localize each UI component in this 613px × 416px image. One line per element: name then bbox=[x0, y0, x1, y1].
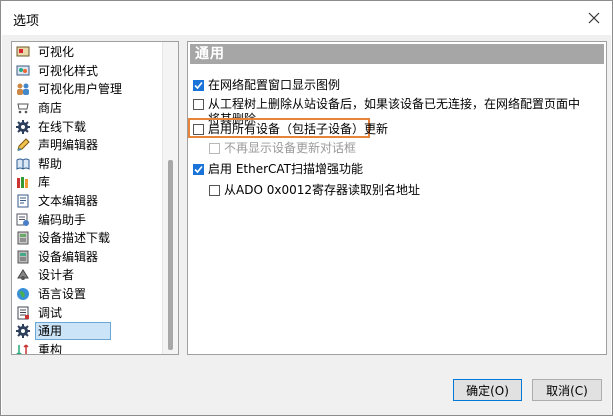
section-header: 通用 bbox=[190, 44, 604, 64]
option-enable-all-device-update[interactable]: 启用所有设备（包括子设备）更新 bbox=[193, 122, 388, 137]
sidebar-item[interactable]: 编码助手 bbox=[12, 210, 162, 229]
title-bar: 选项 bbox=[1, 1, 612, 35]
option-show-legend[interactable]: 在网络配置窗口显示图例 bbox=[193, 78, 340, 93]
sidebar-item[interactable]: 通用 bbox=[12, 322, 162, 341]
settings-panel: 通用 在网络配置窗口显示图例 从工程树上删除从站设备后，如果该设备已无连接，在网… bbox=[187, 41, 607, 355]
option-label: 在网络配置窗口显示图例 bbox=[208, 78, 341, 92]
visualization-style-icon bbox=[15, 63, 31, 79]
sidebar-item-label: 编码助手 bbox=[38, 212, 87, 227]
sidebar-item[interactable]: 在线下载 bbox=[12, 117, 162, 136]
sidebar-item-label: 语言设置 bbox=[38, 287, 87, 302]
sidebar-item-label: 库 bbox=[38, 175, 51, 190]
visualization-icon bbox=[15, 44, 31, 60]
sidebar-item[interactable]: 商店 bbox=[12, 99, 162, 118]
declaration-editor-icon bbox=[15, 137, 31, 153]
option-hide-update-dialog[interactable]: 不再显示设备更新对话框 bbox=[209, 141, 356, 156]
sidebar-item-label: 调试 bbox=[38, 305, 63, 320]
close-icon bbox=[588, 12, 600, 24]
options-dialog: 选项 可视化可视化样式可视化用户管理 商店在线下载声明编辑器帮助库文本编辑器编码助… bbox=[0, 0, 613, 416]
sidebar-item[interactable]: 语言设置 bbox=[12, 285, 162, 304]
checkbox[interactable] bbox=[193, 80, 204, 91]
sidebar-item[interactable]: 设计者 bbox=[12, 266, 162, 285]
option-read-alias-address[interactable]: 从ADO 0x0012寄存器读取别名地址 bbox=[209, 183, 420, 198]
sidebar-item-label: 可视化用户管理 bbox=[38, 82, 123, 97]
checkbox[interactable] bbox=[193, 164, 204, 175]
window-title: 选项 bbox=[13, 14, 40, 29]
sidebar-item-label: 设备编辑器 bbox=[38, 249, 99, 264]
option-ethercat-scan[interactable]: 启用 EtherCAT扫描增强功能 bbox=[193, 162, 363, 177]
device-description-icon bbox=[15, 230, 31, 246]
sidebar-item[interactable]: 可视化样式 bbox=[12, 62, 162, 81]
sidebar-item[interactable]: 声明编辑器 bbox=[12, 136, 162, 155]
option-label: 启用 EtherCAT扫描增强功能 bbox=[208, 162, 364, 176]
sidebar-item-label: 设备描述下载 bbox=[38, 231, 111, 246]
globe-icon bbox=[15, 286, 31, 302]
cancel-button[interactable]: 取消(C) bbox=[532, 379, 602, 401]
sidebar-item-label: 可视化样式 bbox=[38, 63, 99, 78]
checkbox[interactable] bbox=[193, 99, 204, 110]
device-editor-icon bbox=[15, 249, 31, 265]
sidebar-item-label: 商店 bbox=[38, 101, 63, 116]
category-tree[interactable]: 可视化可视化样式可视化用户管理 商店在线下载声明编辑器帮助库文本编辑器编码助手设备… bbox=[11, 41, 179, 355]
sidebar-item-label: 可视化 bbox=[38, 45, 75, 60]
sidebar-item-label: 声明编辑器 bbox=[38, 138, 99, 153]
sidebar-item-label: 设计者 bbox=[38, 268, 75, 283]
ok-button[interactable]: 确定(O) bbox=[453, 379, 522, 401]
sidebar-item[interactable]: 调试 bbox=[12, 303, 162, 322]
library-icon bbox=[15, 174, 31, 190]
users-icon bbox=[15, 81, 31, 97]
sidebar-item[interactable]: 设备编辑器 bbox=[12, 248, 162, 267]
category-list: 可视化可视化样式可视化用户管理 商店在线下载声明编辑器帮助库文本编辑器编码助手设备… bbox=[12, 43, 162, 355]
option-label: 不再显示设备更新对话框 bbox=[224, 141, 357, 155]
sidebar-item[interactable]: 设备描述下载 bbox=[12, 229, 162, 248]
designer-icon bbox=[15, 267, 31, 283]
store-icon bbox=[15, 100, 31, 116]
sidebar-item[interactable]: 重构 bbox=[12, 341, 162, 355]
gear-icon bbox=[15, 119, 31, 135]
sidebar-item[interactable]: 文本编辑器 bbox=[12, 192, 162, 211]
sidebar-item-label: 文本编辑器 bbox=[38, 194, 99, 209]
sidebar-item[interactable]: 帮助 bbox=[12, 155, 162, 174]
sidebar-item[interactable]: 库 bbox=[12, 173, 162, 192]
gear-icon bbox=[15, 323, 31, 339]
sidebar-item[interactable]: 可视化 bbox=[12, 43, 162, 62]
option-label: 启用所有设备（包括子设备）更新 bbox=[208, 122, 389, 136]
sidebar-item-label: 帮助 bbox=[38, 156, 63, 171]
coding-assistant-icon bbox=[15, 212, 31, 228]
help-book-icon bbox=[15, 156, 31, 172]
refactor-icon bbox=[15, 342, 31, 354]
sidebar-item[interactable]: 可视化用户管理 bbox=[12, 80, 162, 99]
option-label: 从ADO 0x0012寄存器读取别名地址 bbox=[224, 183, 420, 197]
sidebar-item-label: 通用 bbox=[34, 322, 112, 341]
text-editor-icon bbox=[15, 193, 31, 209]
sidebar-item-label: 在线下载 bbox=[38, 119, 87, 134]
checkbox[interactable] bbox=[193, 124, 204, 135]
checkbox[interactable] bbox=[209, 143, 220, 154]
sidebar-scrollbar[interactable] bbox=[162, 42, 178, 354]
dialog-body: 可视化可视化样式可视化用户管理 商店在线下载声明编辑器帮助库文本编辑器编码助手设备… bbox=[2, 35, 611, 415]
scrollbar-thumb[interactable] bbox=[168, 160, 173, 350]
sidebar-item-label: 重构 bbox=[38, 342, 63, 355]
close-button[interactable] bbox=[580, 4, 608, 32]
checkbox[interactable] bbox=[209, 185, 220, 196]
debug-icon bbox=[15, 305, 31, 321]
